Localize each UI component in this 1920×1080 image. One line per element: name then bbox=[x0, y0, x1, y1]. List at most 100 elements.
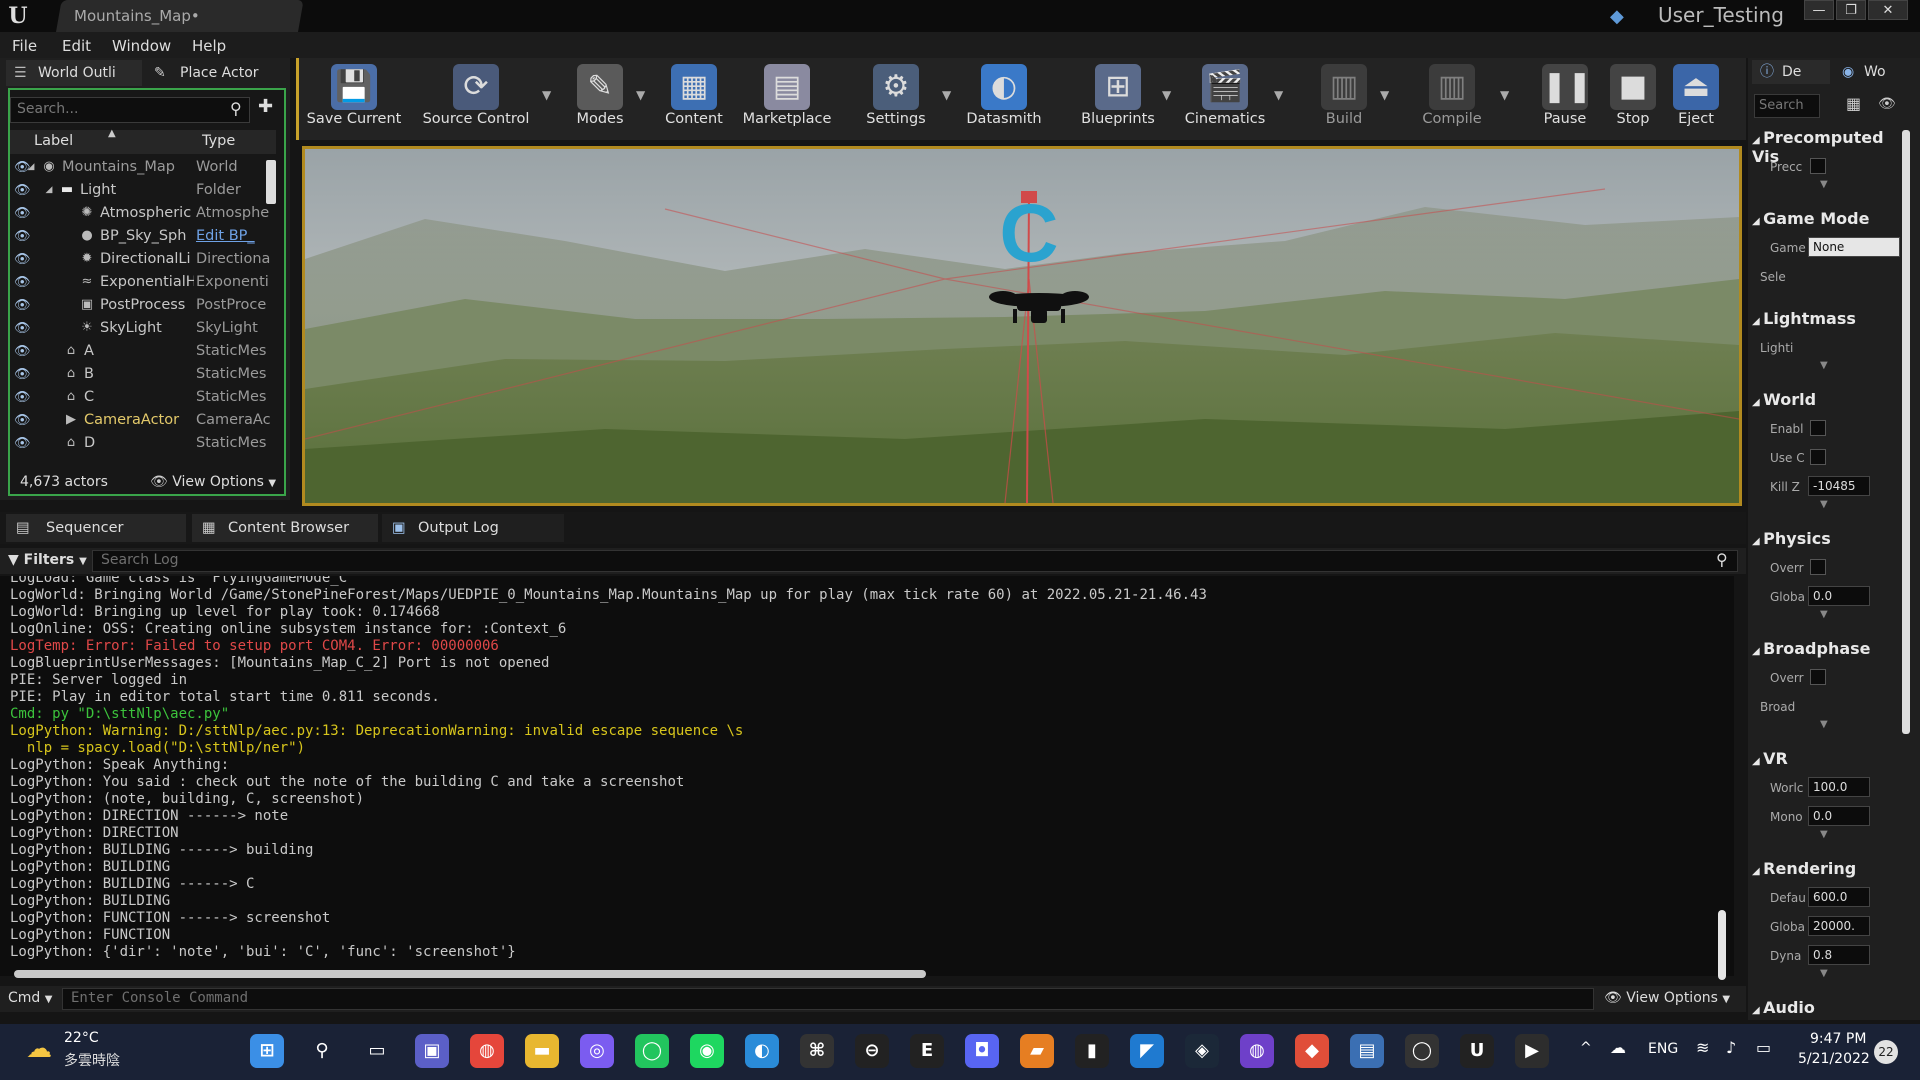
property-checkbox[interactable] bbox=[1810, 420, 1826, 436]
property-number-field[interactable]: 20000. bbox=[1808, 916, 1870, 936]
property-checkbox[interactable] bbox=[1810, 669, 1826, 685]
search-icon[interactable]: ⚲ bbox=[305, 1034, 339, 1068]
outliner-row[interactable]: 👁 ▣ PostProcess PostProce bbox=[10, 295, 272, 318]
content-button[interactable]: ▦ Content bbox=[660, 60, 728, 138]
vr-icon[interactable]: ◯ bbox=[1405, 1034, 1439, 1068]
dropdown-caret-icon[interactable]: ▼ bbox=[636, 88, 648, 102]
log-vertical-scrollbar[interactable] bbox=[1718, 910, 1726, 980]
source-control-button[interactable]: ⟳ Source Control bbox=[406, 60, 546, 138]
outliner-row[interactable]: 👁 ≈ ExponentialH Exponenti bbox=[10, 272, 272, 295]
sublime-icon[interactable]: ▰ bbox=[1020, 1034, 1054, 1068]
property-checkbox[interactable] bbox=[1810, 559, 1826, 575]
tab-place-actor[interactable]: ✎ Place Actor bbox=[146, 60, 278, 86]
unreal-icon[interactable]: U bbox=[1460, 1034, 1494, 1068]
outliner-row-type[interactable]: Edit BP_ bbox=[196, 228, 274, 244]
spotify-icon[interactable]: ◉ bbox=[690, 1034, 724, 1068]
dropdown-caret-icon[interactable]: ▼ bbox=[1500, 88, 1512, 102]
menu-edit[interactable]: Edit bbox=[62, 37, 91, 55]
details-section-header[interactable]: ◢ Physics bbox=[1752, 529, 1902, 548]
outliner-row[interactable]: 👁 ✹ DirectionalLi Directiona bbox=[10, 249, 272, 272]
battery-icon[interactable]: ▭ bbox=[1756, 1038, 1771, 1057]
details-scrollbar[interactable] bbox=[1902, 130, 1910, 734]
visibility-eye-icon[interactable]: 👁 bbox=[14, 413, 32, 428]
advanced-expand-icon[interactable]: ▼ bbox=[1820, 968, 1828, 979]
advanced-expand-icon[interactable]: ▼ bbox=[1820, 179, 1828, 190]
task-view-icon[interactable]: ▭ bbox=[360, 1034, 394, 1068]
grid-view-icon[interactable]: ▦ bbox=[1846, 94, 1870, 116]
menu-help[interactable]: Help bbox=[192, 37, 226, 55]
expand-arrow-icon[interactable]: ◢ bbox=[22, 162, 40, 180]
datasmith-button[interactable]: ◐ Datasmith bbox=[954, 60, 1054, 138]
outliner-row[interactable]: 👁 ⌂ B StaticMes bbox=[10, 364, 272, 387]
add-folder-icon[interactable]: ✚ bbox=[258, 96, 282, 120]
obs-icon[interactable]: ⊖ bbox=[855, 1034, 889, 1068]
property-number-field[interactable]: -10485 bbox=[1808, 476, 1870, 496]
outliner-view-options[interactable]: 👁 View Options ▼ bbox=[150, 474, 276, 490]
details-section-header[interactable]: ◢ World bbox=[1752, 390, 1902, 409]
eye-icon[interactable]: 👁 bbox=[1878, 96, 1902, 118]
notepad-icon[interactable]: ▤ bbox=[1350, 1034, 1384, 1068]
compile-button[interactable]: ▥ Compile bbox=[1400, 60, 1504, 138]
cinematics-button[interactable]: 🎬 Cinematics bbox=[1172, 60, 1278, 138]
details-section-header[interactable]: ◢ VR bbox=[1752, 749, 1902, 768]
messenger-icon[interactable]: ◎ bbox=[580, 1034, 614, 1068]
console-command-input[interactable]: Enter Console Command bbox=[62, 988, 1594, 1010]
pause-button[interactable]: ❚❚ Pause bbox=[1534, 60, 1596, 138]
save-current-button[interactable]: 💾 Save Current bbox=[306, 60, 402, 138]
details-section-header[interactable]: ◢ Game Mode bbox=[1752, 209, 1902, 228]
expand-arrow-icon[interactable]: ◢ bbox=[40, 185, 58, 203]
column-type[interactable]: Type bbox=[202, 133, 235, 149]
outliner-row[interactable]: 👁 ✺ Atmospheric Atmosphe bbox=[10, 203, 272, 226]
tab-output-log[interactable]: ▣ Output Log bbox=[382, 514, 564, 542]
property-checkbox[interactable] bbox=[1810, 449, 1826, 465]
dropdown-caret-icon[interactable]: ▼ bbox=[1380, 88, 1392, 102]
windows-start-icon[interactable]: ⊞ bbox=[250, 1034, 284, 1068]
outliner-row[interactable]: 👁 ◢ ◉ Mountains_Map World bbox=[10, 157, 272, 180]
search-log-input[interactable]: Search Log bbox=[92, 550, 1738, 572]
line-icon[interactable]: ◯ bbox=[635, 1034, 669, 1068]
chevron-up-icon[interactable]: ^ bbox=[1580, 1040, 1592, 1056]
filters-button[interactable]: ▼ Filters ▼ bbox=[8, 552, 87, 568]
maximize-button[interactable]: ❐ bbox=[1836, 0, 1866, 20]
weather-temperature[interactable]: 22°C bbox=[64, 1030, 99, 1046]
wifi-icon[interactable]: ≋ bbox=[1696, 1038, 1709, 1057]
minimize-button[interactable]: — bbox=[1804, 0, 1834, 20]
visibility-eye-icon[interactable]: 👁 bbox=[14, 344, 32, 359]
dropdown-caret-icon[interactable]: ▼ bbox=[1274, 88, 1286, 102]
epic-games-icon[interactable]: E bbox=[910, 1034, 944, 1068]
property-number-field[interactable]: 0.0 bbox=[1808, 806, 1870, 826]
cmd-dropdown[interactable]: Cmd ▼ bbox=[8, 990, 52, 1006]
steam-icon[interactable]: ◈ bbox=[1185, 1034, 1219, 1068]
weather-icon[interactable]: ☁ bbox=[26, 1034, 52, 1064]
edge-icon[interactable]: ◐ bbox=[745, 1034, 779, 1068]
language-indicator[interactable]: ENG bbox=[1648, 1041, 1678, 1057]
outliner-search-input[interactable]: Search... bbox=[10, 97, 250, 123]
outliner-row[interactable]: 👁 ▶ CameraActor CameraAc bbox=[10, 410, 272, 433]
app-icon[interactable]: ⌘ bbox=[800, 1034, 834, 1068]
outliner-row[interactable]: 👁 ● BP_Sky_Sph Edit BP_ bbox=[10, 226, 272, 249]
outliner-row[interactable]: 👁 ⌂ C StaticMes bbox=[10, 387, 272, 410]
property-number-field[interactable]: 0.0 bbox=[1808, 586, 1870, 606]
build-button[interactable]: ▥ Build bbox=[1304, 60, 1384, 138]
eject-button[interactable]: ⏏ Eject bbox=[1664, 60, 1728, 138]
tab-world-settings[interactable]: ◉ Wo bbox=[1834, 60, 1914, 84]
advanced-expand-icon[interactable]: ▼ bbox=[1820, 719, 1828, 730]
clock-time[interactable]: 9:47 PM bbox=[1810, 1031, 1866, 1047]
column-label[interactable]: Label bbox=[34, 133, 73, 149]
dropdown-caret-icon[interactable]: ▼ bbox=[942, 88, 954, 102]
advanced-expand-icon[interactable]: ▼ bbox=[1820, 829, 1828, 840]
details-section-header[interactable]: ◢ Broadphase bbox=[1752, 639, 1902, 658]
outliner-row[interactable]: 👁 ⌂ D StaticMes bbox=[10, 433, 272, 456]
onedrive-icon[interactable]: ☁ bbox=[1610, 1038, 1626, 1057]
git-icon[interactable]: ◆ bbox=[1295, 1034, 1329, 1068]
visibility-eye-icon[interactable]: 👁 bbox=[14, 390, 32, 405]
property-checkbox[interactable] bbox=[1810, 158, 1826, 174]
chrome-icon[interactable]: ◍ bbox=[470, 1034, 504, 1068]
property-number-field[interactable]: 600.0 bbox=[1808, 887, 1870, 907]
notification-badge[interactable]: 22 bbox=[1874, 1040, 1898, 1064]
terminal-icon[interactable]: ▮ bbox=[1075, 1034, 1109, 1068]
property-number-field[interactable]: 100.0 bbox=[1808, 777, 1870, 797]
tab-world-outliner[interactable]: ☰ World Outli bbox=[6, 60, 142, 86]
property-dropdown[interactable]: None bbox=[1808, 237, 1900, 257]
visibility-eye-icon[interactable]: 👁 bbox=[14, 298, 32, 313]
